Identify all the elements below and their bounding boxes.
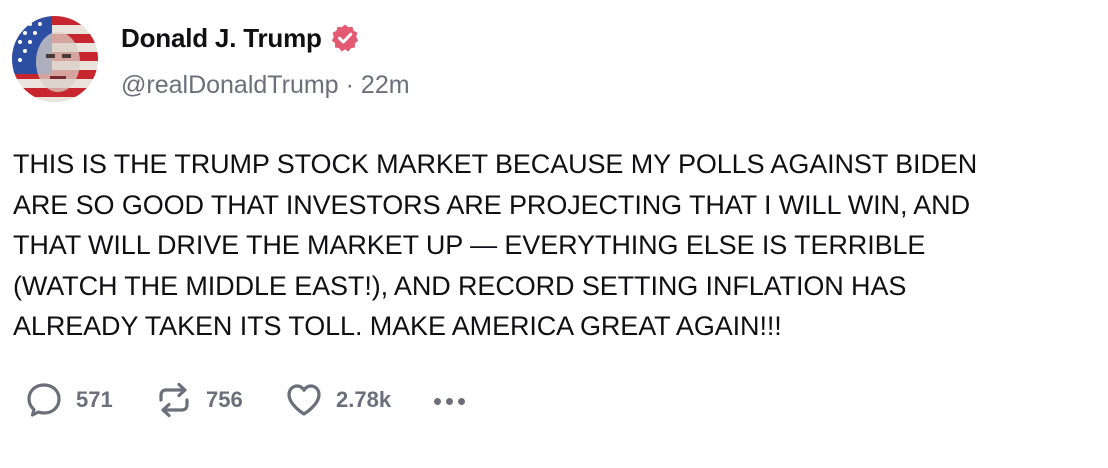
more-icon-dot [458, 397, 465, 405]
heart-icon [287, 384, 321, 416]
author-handle[interactable]: @realDonaldTrump [121, 71, 339, 99]
repost-count: 756 [206, 387, 243, 412]
repost-button[interactable]: 756 [154, 380, 284, 420]
author-avatar[interactable] [12, 16, 98, 102]
reply-icon [27, 383, 61, 417]
action-bar: 571 756 2.78k [24, 380, 470, 420]
reply-button[interactable]: 571 [24, 380, 154, 420]
post-timestamp[interactable]: 22m [361, 71, 410, 99]
post-text: THIS IS THE TRUMP STOCK MARKET BECAUSE M… [13, 149, 978, 341]
repost-icon [159, 382, 189, 418]
more-options-button[interactable] [434, 396, 470, 405]
post-card: Donald J. Trump @realDonaldTrump · 22m THI… [0, 0, 1108, 468]
author-meta: @realDonaldTrump · 22m [121, 70, 410, 100]
avatar-flag-portrait-icon [12, 16, 98, 102]
meta-separator: · [345, 71, 354, 99]
reply-count: 571 [76, 387, 113, 412]
like-button[interactable]: 2.78k [284, 380, 434, 420]
more-icon-dot [446, 397, 453, 405]
verified-badge-icon [330, 23, 360, 53]
author-display-name[interactable]: Donald J. Trump [121, 22, 322, 54]
like-count: 2.78k [336, 387, 392, 412]
more-icon [434, 397, 441, 405]
author-name-row: Donald J. Trump [121, 22, 360, 54]
